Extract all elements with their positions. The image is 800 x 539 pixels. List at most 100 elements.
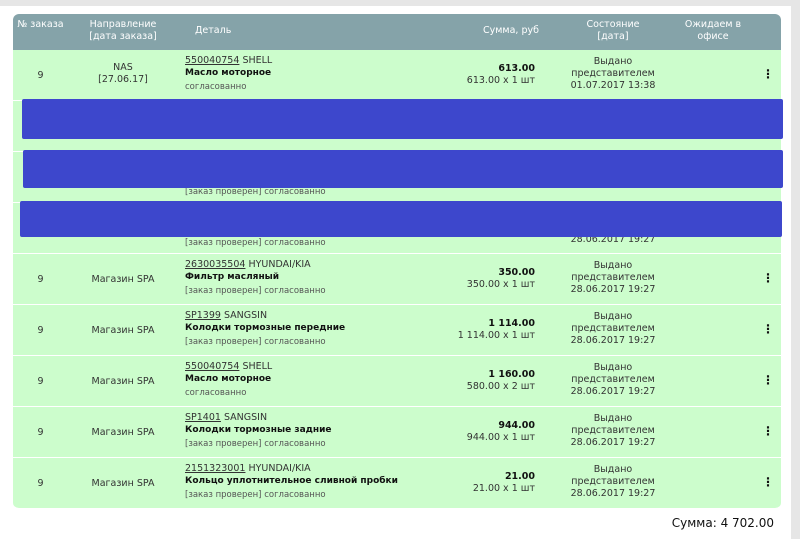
sum: 1 114.00 1 114.00 x 1 шт (458, 318, 535, 342)
state-date: 28.06.2017 19:27 (570, 437, 656, 448)
state-text: Выдано представителем (571, 260, 655, 283)
col-expected: Ожидаем в офисе (684, 19, 742, 42)
brand: SANGSIN (223, 310, 268, 321)
sum-total: 1 160.00 (488, 369, 535, 380)
direction-name: NAS (113, 62, 133, 73)
state-text: Выдано представителем (571, 362, 655, 385)
state-date: 01.07.2017 13:38 (570, 80, 656, 91)
order-date: [27.06.17] (98, 74, 148, 85)
direction-name: Магазин SPA (91, 325, 155, 336)
sum-calc: 613.00 x 1 шт (466, 75, 535, 86)
detail: 550040754 SHELL Масло моторное согласованн… (185, 54, 272, 94)
brand: SHELL (242, 55, 273, 66)
direction-name: Магазин SPA (91, 376, 155, 387)
more-menu-icon[interactable]: ⋮ (762, 322, 774, 336)
more-menu-icon[interactable]: ⋮ (762, 67, 774, 81)
part-name: Кольцо уплотнительное сливной пробки (185, 476, 398, 486)
order-number: 9 (37, 274, 44, 285)
state-date: 28.06.2017 19:27 (570, 386, 656, 397)
part-status: [заказ проверен] согласованно (185, 337, 326, 347)
total-sum: Сумма: 4 702.00 (671, 516, 774, 530)
brand: SANGSIN (223, 412, 268, 423)
brand: HYUNDAI/KIA (248, 259, 311, 270)
state: Выдано представителем 28.06.2017 19:27 (563, 260, 663, 296)
state: Выдано представителем 28.06.2017 19:27 (563, 413, 663, 449)
state-text: Выдано представителем (571, 56, 655, 79)
sum-calc: 580.00 x 2 шт (466, 381, 535, 392)
sum: 21.00 21.00 x 1 шт (473, 471, 535, 495)
order-number: 9 (37, 70, 44, 81)
table-row: 9 Магазин SPA SP1399 SANGSIN Колодки тормоз… (13, 305, 781, 356)
sum-total: 350.00 (498, 267, 535, 278)
order-number: 9 (37, 376, 44, 387)
state-text: Выдано представителем (571, 464, 655, 487)
more-menu-icon[interactable]: ⋮ (762, 475, 774, 489)
direction-name: Магазин SPA (91, 478, 155, 489)
more-menu-icon[interactable]: ⋮ (762, 424, 774, 438)
state: Выдано представителем 28.06.2017 19:27 (563, 464, 663, 500)
part-status: [заказ проверен] согласованно (185, 490, 326, 500)
order-number: 9 (37, 478, 44, 489)
sum-total: 613.00 (498, 63, 535, 74)
order-number: 9 (37, 427, 44, 438)
detail: 2151323001 HYUNDAI/KIA Кольцо уплотнитель… (185, 462, 398, 502)
sum: 613.00 613.00 x 1 шт (467, 63, 535, 87)
direction: Магазин SPA (78, 376, 168, 388)
state-date: 28.06.2017 19:27 (570, 335, 656, 346)
redaction (23, 150, 783, 188)
detail: 550040754 SHELL Масло моторное согласованн… (185, 360, 272, 400)
more-menu-icon[interactable]: ⋮ (762, 373, 774, 387)
part-status: [заказ проверен] согласованно (185, 439, 326, 449)
direction: Магазин SPA (78, 325, 168, 337)
table-row: 9 Магазин SPA SP1401 SANGSIN Колодки тормоз… (13, 407, 781, 458)
table-row: 9 Магазин SPA 2630035504 HYUNDAI/KIA Фильтр… (13, 254, 781, 305)
part-code-link[interactable]: 2151323001 (185, 463, 245, 474)
table-row: 9 Магазин SPA 2151323001 HYUNDAI/KIA Кольцо… (13, 458, 781, 509)
col-num: № заказа (17, 19, 64, 30)
direction: Магазин SPA (78, 274, 168, 286)
part-code-link[interactable]: 2630035504 (185, 259, 245, 270)
sum-calc: 21.00 x 1 шт (472, 483, 535, 494)
sum-total: 21.00 (504, 471, 535, 482)
col-state: Состояние [дата] (586, 19, 640, 42)
part-name: Фильтр масляный (185, 272, 280, 282)
state: Выдано представителем 01.07.2017 13:38 (563, 56, 663, 92)
part-status: [заказ проверен] согласованно (185, 286, 326, 296)
brand: SHELL (242, 361, 273, 372)
part-name: Масло моторное (185, 374, 272, 384)
state: Выдано представителем 28.06.2017 19:27 (563, 362, 663, 398)
direction: Магазин SPA (78, 427, 168, 439)
direction: NAS [27.06.17] (78, 62, 168, 86)
orders-panel: № заказа Направление [дата заказа] Детал… (0, 6, 791, 539)
detail: SP1401 SANGSIN Колодки тормозные задние [з… (185, 411, 332, 451)
part-code-link[interactable]: 550040754 (185, 361, 239, 372)
brand: HYUNDAI/KIA (248, 463, 311, 474)
part-status: [заказ проверен] согласованно (185, 238, 326, 248)
part-name: Колодки тормозные передние (185, 323, 346, 333)
sum-total: 944.00 (498, 420, 535, 431)
state: Выдано представителем 28.06.2017 19:27 (563, 311, 663, 347)
part-status: согласованно (185, 82, 247, 92)
col-direction: Направление [дата заказа] (89, 19, 157, 42)
orders-table: № заказа Направление [дата заказа] Детал… (13, 14, 781, 509)
col-sum: Сумма, руб (483, 25, 539, 36)
detail: 2630035504 HYUNDAI/KIA Фильтр масляный [за… (185, 258, 326, 298)
state-date: 28.06.2017 19:27 (570, 284, 656, 295)
sum-calc: 350.00 x 1 шт (466, 279, 535, 290)
state-text: Выдано представителем (571, 413, 655, 436)
more-menu-icon[interactable]: ⋮ (762, 271, 774, 285)
redaction (20, 201, 782, 237)
state-date: 28.06.2017 19:27 (570, 488, 656, 499)
col-detail: Деталь (195, 25, 232, 36)
order-number: 9 (37, 325, 44, 336)
table-row: 9 Магазин SPA 550040754 SHELL Масло моторно… (13, 356, 781, 407)
sum: 1 160.00 580.00 x 2 шт (467, 369, 535, 393)
part-code-link[interactable]: SP1401 (185, 412, 221, 423)
part-code-link[interactable]: SP1399 (185, 310, 221, 321)
sum-calc: 1 114.00 x 1 шт (457, 330, 535, 341)
part-name: Масло моторное (185, 68, 272, 78)
redaction (22, 99, 783, 139)
part-code-link[interactable]: 550040754 (185, 55, 239, 66)
direction-name: Магазин SPA (91, 427, 155, 438)
sum-total: 1 114.00 (488, 318, 535, 329)
